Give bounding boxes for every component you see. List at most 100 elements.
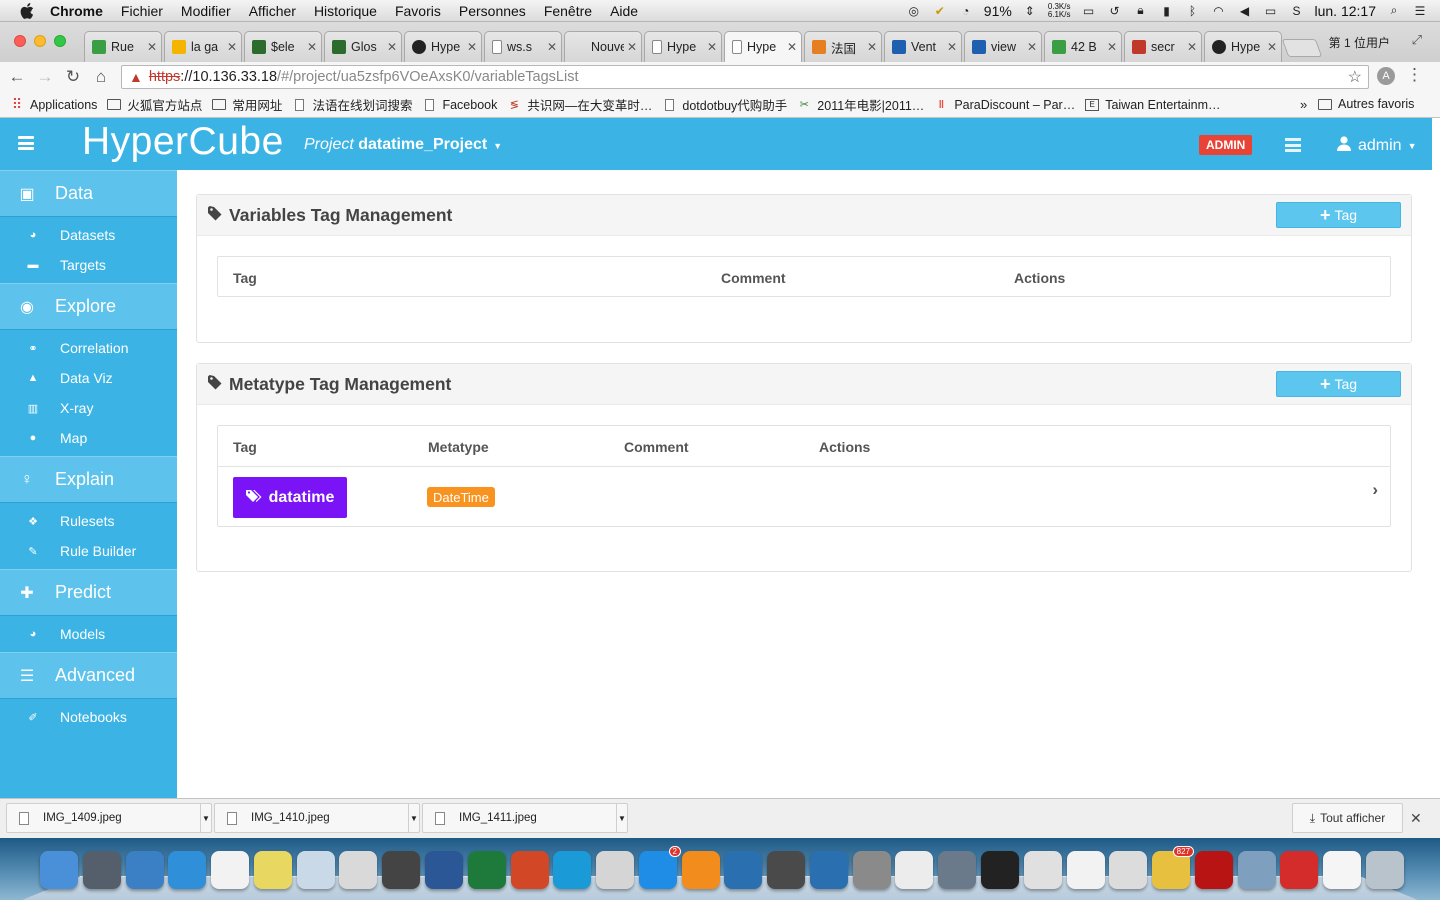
sidebar-item-correlation[interactable]: ⚭ Correlation bbox=[0, 333, 177, 363]
window-minimize-button[interactable] bbox=[34, 35, 46, 47]
sidebar-item-models[interactable]: ◕ Models bbox=[0, 619, 177, 649]
safari-icon[interactable] bbox=[168, 851, 206, 889]
scissors-icon[interactable] bbox=[596, 851, 634, 889]
sidebar-item-datasets[interactable]: ◕ Datasets bbox=[0, 220, 177, 250]
menu-afficher[interactable]: Afficher bbox=[249, 3, 296, 19]
fullscreen-icon[interactable]: ⤢ bbox=[1412, 32, 1422, 48]
tab-close-icon[interactable]: ✕ bbox=[387, 40, 397, 54]
profile-name[interactable]: 第 1 位用户 bbox=[1329, 34, 1390, 51]
apple-icon[interactable] bbox=[18, 2, 36, 20]
tab-close-icon[interactable]: ✕ bbox=[1267, 40, 1277, 54]
menu-app-name[interactable]: Chrome bbox=[50, 3, 103, 19]
wifi-icon[interactable]: ◠ bbox=[1211, 4, 1227, 18]
preview-icon[interactable] bbox=[297, 851, 335, 889]
browser-tab[interactable]: Hype ✕ bbox=[404, 31, 482, 62]
download-item[interactable]: IMG_1409.jpeg ▼ bbox=[6, 803, 212, 833]
tab-close-icon[interactable]: ✕ bbox=[1027, 40, 1037, 54]
bookmark-item[interactable]: dotdotbuy代购助手 bbox=[662, 95, 787, 114]
system-prefs-icon[interactable] bbox=[853, 851, 891, 889]
tab-close-icon[interactable]: ✕ bbox=[467, 40, 477, 54]
window-close-button[interactable] bbox=[14, 35, 26, 47]
insecure-warning-icon[interactable]: ▲ bbox=[129, 69, 143, 85]
bookmark-item[interactable]: ⠿ Applications bbox=[10, 96, 98, 112]
powerpoint-icon[interactable] bbox=[511, 851, 549, 889]
wechat-tray-icon[interactable]: ◎ bbox=[906, 4, 922, 18]
terminal-icon[interactable] bbox=[981, 851, 1019, 889]
sidebar-section-predict[interactable]: ✚ Predict bbox=[0, 569, 177, 616]
menu-aide[interactable]: Aide bbox=[610, 3, 638, 19]
word-icon[interactable] bbox=[425, 851, 463, 889]
sidebar-section-explain[interactable]: ♀ Explain bbox=[0, 456, 177, 503]
task-list-icon[interactable] bbox=[1285, 138, 1301, 152]
new-tab-button[interactable] bbox=[1281, 39, 1323, 57]
image-capture-icon[interactable] bbox=[1238, 851, 1276, 889]
column-header-metatype[interactable]: Metatype bbox=[428, 439, 489, 455]
chevron-down-icon[interactable]: ▼ bbox=[616, 804, 627, 832]
sidebar-item-map[interactable]: ● Map bbox=[0, 423, 177, 453]
chevron-right-icon[interactable]: › bbox=[1372, 480, 1378, 500]
document-icon[interactable] bbox=[1323, 851, 1361, 889]
sap-icon[interactable] bbox=[810, 851, 848, 889]
acrobat-icon[interactable] bbox=[1195, 851, 1233, 889]
browser-tab[interactable]: view ✕ bbox=[964, 31, 1042, 62]
bookmark-item[interactable]: 法语在线划词搜索 bbox=[292, 95, 412, 114]
lock-icon[interactable]: 🔒︎ bbox=[1133, 3, 1149, 18]
sublime-icon[interactable] bbox=[767, 851, 805, 889]
browser-tab[interactable]: $ele ✕ bbox=[244, 31, 322, 62]
apps-grid-icon[interactable] bbox=[211, 851, 249, 889]
tab-close-icon[interactable]: ✕ bbox=[947, 40, 957, 54]
menu-fenetre[interactable]: Fenêtre bbox=[544, 3, 592, 19]
clock-icon[interactable] bbox=[938, 851, 976, 889]
bookmark-item[interactable]: Facebook bbox=[422, 98, 497, 112]
browser-tab[interactable]: Vent ✕ bbox=[884, 31, 962, 62]
tab-close-icon[interactable]: ✕ bbox=[627, 40, 637, 54]
sidebar-item-rulesets[interactable]: ❖ Rulesets bbox=[0, 506, 177, 536]
trash-icon[interactable] bbox=[1366, 851, 1404, 889]
bookmark-star-icon[interactable]: ☆ bbox=[1348, 67, 1362, 87]
add-metatype-tag-button[interactable]: + Tag bbox=[1276, 371, 1401, 397]
column-header-actions[interactable]: Actions bbox=[819, 439, 870, 455]
bookmark-item[interactable]: ≶ 共识网—在大变革时… bbox=[507, 95, 653, 114]
sidebar-item-data-viz[interactable]: ▲ Data Viz bbox=[0, 363, 177, 393]
stickies-icon[interactable] bbox=[254, 851, 292, 889]
sidebar-section-advanced[interactable]: ☰ Advanced bbox=[0, 652, 177, 699]
vpn-icon[interactable] bbox=[724, 851, 762, 889]
tab-close-icon[interactable]: ✕ bbox=[307, 40, 317, 54]
bookmark-item[interactable]: 常用网址 bbox=[212, 95, 282, 114]
project-selector[interactable]: Project datatime_Project ▼ bbox=[304, 136, 502, 154]
address-bar[interactable]: ▲ https ://10.136.33.18 /#/project/ua5zs… bbox=[121, 65, 1369, 89]
other-bookmarks-folder[interactable]: Autres favoris bbox=[1318, 97, 1414, 111]
menu-modifier[interactable]: Modifier bbox=[181, 3, 231, 19]
tab-close-icon[interactable]: ✕ bbox=[1187, 40, 1197, 54]
app-store-icon[interactable]: 2 bbox=[639, 846, 681, 889]
browser-tab[interactable]: secr ✕ bbox=[1124, 31, 1202, 62]
menu-fichier[interactable]: Fichier bbox=[121, 3, 163, 19]
messages-icon[interactable]: 827 bbox=[1152, 846, 1194, 889]
sidebar-item-notebooks[interactable]: ✐ Notebooks bbox=[0, 702, 177, 732]
extension-icon[interactable]: A bbox=[1377, 67, 1395, 85]
tab-close-icon[interactable]: ✕ bbox=[787, 40, 797, 54]
chevron-down-icon[interactable]: ▼ bbox=[408, 804, 419, 832]
download-item[interactable]: IMG_1411.jpeg ▼ bbox=[422, 803, 628, 833]
clock[interactable]: lun. 12:17 bbox=[1315, 3, 1377, 19]
column-header-comment[interactable]: Comment bbox=[721, 270, 786, 286]
browser-tab[interactable]: Hype ✕ bbox=[644, 31, 722, 62]
tab-close-icon[interactable]: ✕ bbox=[227, 40, 237, 54]
column-header-tag[interactable]: Tag bbox=[233, 439, 257, 455]
reload-button[interactable]: ↻ bbox=[62, 66, 84, 88]
browser-tab[interactable]: ws.s ✕ bbox=[484, 31, 562, 62]
browser-tab[interactable]: Nouvel✕ bbox=[564, 31, 642, 62]
bookmark-item[interactable]: E Taiwan Entertainm… bbox=[1085, 98, 1221, 112]
mail-bird-icon[interactable] bbox=[126, 851, 164, 889]
forward-button[interactable]: → bbox=[34, 66, 56, 88]
window-zoom-button[interactable] bbox=[54, 35, 66, 47]
bookmark-item[interactable]: ✂ 2011年电影|2011… bbox=[797, 95, 925, 114]
browser-tab[interactable]: 法国 ✕ bbox=[804, 31, 882, 62]
office-icon[interactable] bbox=[339, 851, 377, 889]
user-menu[interactable]: admin ▼ bbox=[1337, 136, 1417, 155]
chrome-menu-icon[interactable]: ⋮ bbox=[1406, 65, 1423, 85]
notification-center-icon[interactable]: ☰ bbox=[1412, 4, 1428, 18]
column-header-actions[interactable]: Actions bbox=[1014, 270, 1065, 286]
finder-icon[interactable] bbox=[40, 851, 78, 889]
tab-close-icon[interactable]: ✕ bbox=[547, 40, 557, 54]
